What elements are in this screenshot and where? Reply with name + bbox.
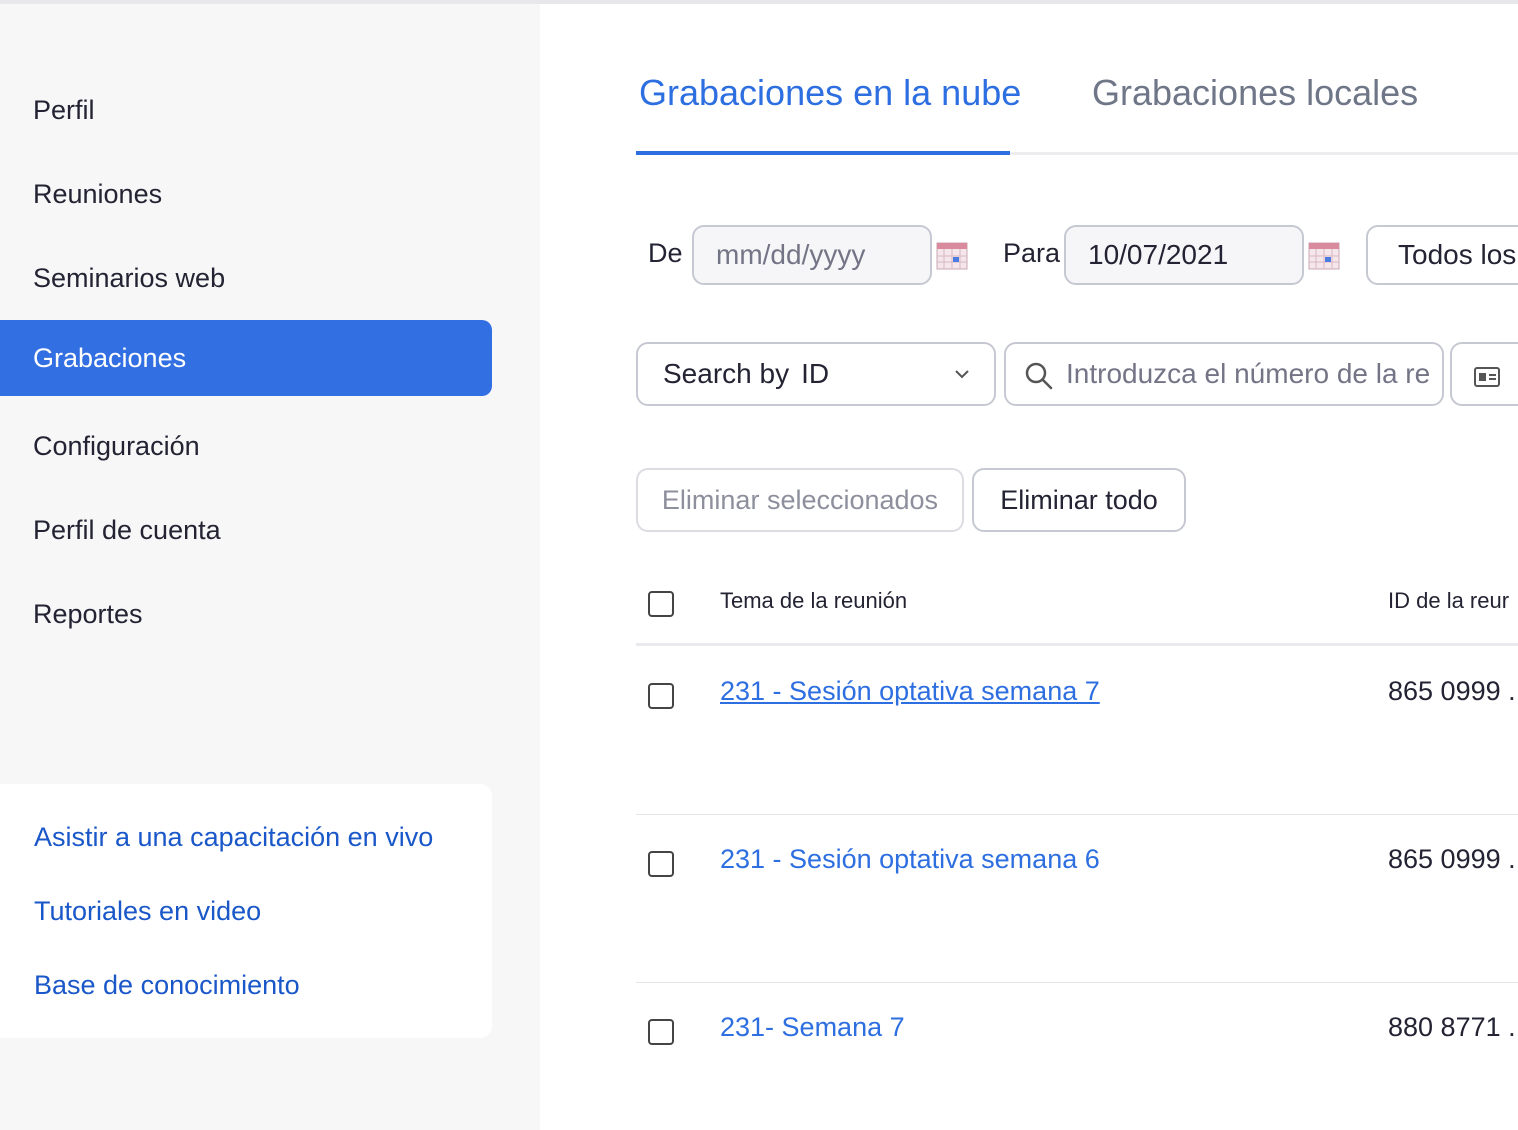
delete-selected-button[interactable]: Eliminar seleccionados [636, 468, 964, 532]
select-all-checkbox[interactable] [648, 591, 674, 617]
row-checkbox[interactable] [648, 851, 674, 877]
column-header-id: ID de la reur [1388, 588, 1510, 613]
from-label: De [648, 238, 683, 268]
search-icon [1025, 362, 1053, 390]
from-date-input[interactable]: mm/dd/yyyy [692, 225, 932, 285]
delete-selected-label: Eliminar seleccionados [661, 484, 939, 515]
meeting-id: 865 0999 . [1388, 844, 1516, 874]
meeting-id: 880 8771 . [1388, 1012, 1516, 1042]
search-button[interactable] [1450, 342, 1518, 406]
sidebar-item-label: Configuración [33, 430, 200, 461]
table-header-divider [636, 643, 1518, 646]
sidebar-item-label: Reportes [33, 598, 143, 629]
column-header-topic: Tema de la reunión [720, 588, 908, 613]
row-divider [636, 814, 1518, 815]
delete-all-label: Eliminar todo [1000, 484, 1158, 515]
sidebar-item-label: Grabaciones [33, 342, 187, 373]
to-date-input[interactable]: 10/07/2021 [1064, 225, 1304, 285]
recording-type-select[interactable]: Todos los [1366, 225, 1518, 285]
sidebar: Perfil Reuniones Seminarios web Grabacio… [0, 4, 540, 1130]
recording-topic-link[interactable]: 231 - Sesión optativa semana 6 [720, 844, 1100, 875]
row-checkbox[interactable] [648, 1019, 674, 1045]
sidebar-item-configuracion[interactable]: Configuración [0, 408, 492, 484]
search-by-label: Search by [663, 358, 790, 389]
calendar-icon[interactable] [1308, 242, 1340, 270]
tab-cloud-recordings[interactable]: Grabaciones en la nube [639, 72, 1021, 114]
row-divider [636, 982, 1518, 983]
tab-local-recordings[interactable]: Grabaciones locales [1092, 72, 1418, 114]
search-input[interactable]: Introduzca el número de la re [1004, 342, 1444, 406]
id-card-icon [1474, 367, 1500, 387]
to-date-value: 10/07/2021 [1088, 239, 1229, 270]
sidebar-item-reportes[interactable]: Reportes [0, 576, 492, 652]
sidebar-item-label: Perfil de cuenta [33, 514, 221, 545]
row-checkbox[interactable] [648, 683, 674, 709]
sidebar-item-reuniones[interactable]: Reuniones [0, 156, 492, 232]
sidebar-item-label: Seminarios web [33, 262, 226, 293]
recording-type-value: Todos los [1398, 239, 1517, 270]
calendar-icon[interactable] [936, 242, 968, 270]
chevron-down-icon [955, 370, 969, 379]
sidebar-item-grabaciones[interactable]: Grabaciones [0, 320, 492, 396]
help-links-panel: Asistir a una capacitación en vivo Tutor… [0, 784, 492, 1038]
recording-topic-link[interactable]: 231 - Sesión optativa semana 7 [720, 676, 1100, 707]
meeting-id: 865 0999 . [1388, 676, 1516, 706]
from-date-placeholder: mm/dd/yyyy [716, 239, 866, 270]
sidebar-item-perfil[interactable]: Perfil [0, 72, 492, 148]
search-by-value: ID [801, 358, 830, 389]
delete-all-button[interactable]: Eliminar todo [972, 468, 1186, 532]
knowledge-base-link[interactable]: Base de conocimiento [34, 970, 300, 1001]
sidebar-item-perfil-de-cuenta[interactable]: Perfil de cuenta [0, 492, 492, 568]
to-label: Para [1003, 238, 1061, 268]
active-tab-indicator [636, 151, 1010, 155]
search-by-select[interactable]: Search by ID [636, 342, 996, 406]
sidebar-item-label: Perfil [33, 94, 95, 125]
sidebar-item-seminarios-web[interactable]: Seminarios web [0, 240, 492, 316]
live-training-link[interactable]: Asistir a una capacitación en vivo [34, 822, 433, 853]
search-placeholder: Introduzca el número de la re [1066, 358, 1431, 389]
sidebar-item-label: Reuniones [33, 178, 163, 209]
recording-topic-link[interactable]: 231- Semana 7 [720, 1012, 905, 1043]
video-tutorials-link[interactable]: Tutoriales en video [34, 896, 261, 927]
